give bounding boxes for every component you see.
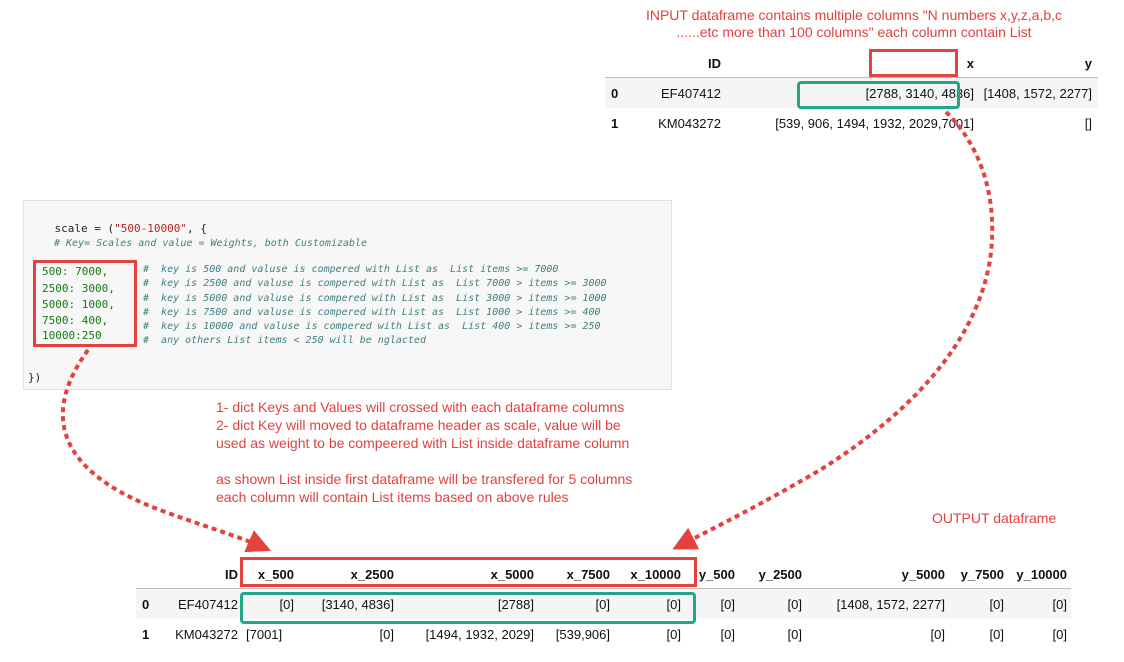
dashed-arrow-to-output-headers bbox=[60, 348, 271, 553]
annotation-arrows bbox=[60, 110, 995, 553]
dashed-arrow-to-output-cells bbox=[672, 110, 995, 550]
